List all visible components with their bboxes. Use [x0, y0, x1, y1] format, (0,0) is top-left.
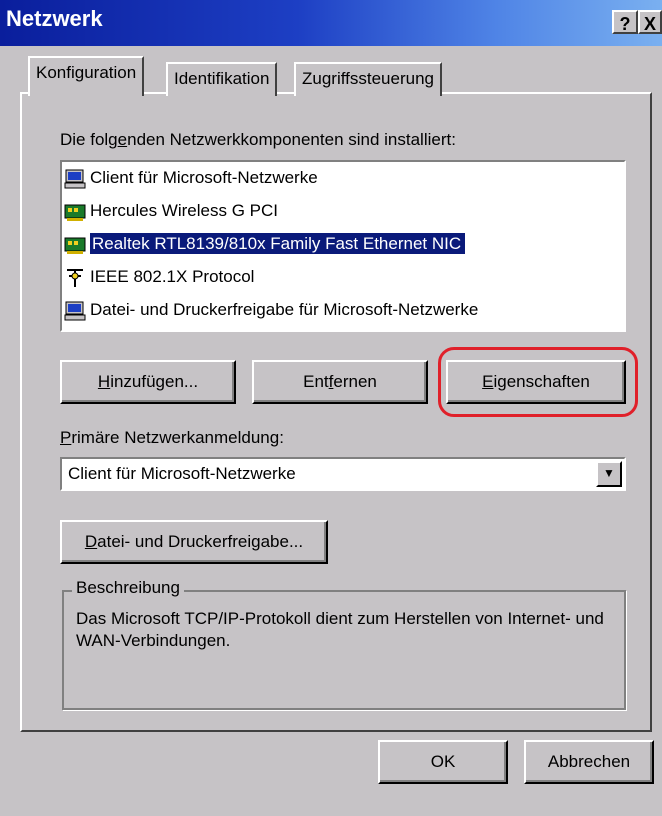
components-listbox[interactable]: Client für Microsoft-Netzwerke Hercules … [60, 160, 626, 332]
add-button-label: inzufügen... [110, 372, 199, 391]
add-button[interactable]: Hinzufügen... [60, 360, 236, 404]
tab-konfiguration[interactable]: Konfiguration [28, 56, 145, 96]
primary-logon-label: Primäre Netzwerkanmeldung: [60, 428, 284, 448]
list-item-label: IEEE 802.1X Protocol [90, 267, 255, 286]
primary-logon-select[interactable]: Client für Microsoft-Netzwerke ▼ [60, 457, 626, 491]
file-printer-sharing-button[interactable]: Datei- und Druckerfreigabe... [60, 520, 328, 564]
components-label-part: nden Netzwerkkomponenten sind installier… [127, 130, 456, 149]
chevron-down-icon: ▼ [603, 466, 615, 480]
remove-button-label: Ent [303, 372, 329, 391]
file-share-label: atei- und Druckerfreigabe... [97, 532, 304, 551]
list-item-ieee[interactable]: IEEE 802.1X Protocol [64, 263, 622, 291]
window-title: Netzwerk [6, 6, 103, 31]
list-item-label: Client für Microsoft-Netzwerke [90, 168, 318, 187]
list-item-file-share[interactable]: Datei- und Druckerfreigabe für Microsoft… [64, 296, 622, 324]
primary-logon-label-text: rimäre Netzwerkanmeldung: [71, 428, 284, 447]
list-item-client-ms[interactable]: Client für Microsoft-Netzwerke [64, 164, 622, 192]
network-card-icon [64, 204, 86, 221]
remove-button-label: ernen [333, 372, 377, 391]
protocol-icon [67, 268, 83, 287]
add-button-mnemonic: H [97, 372, 111, 391]
ok-button[interactable]: OK [378, 740, 508, 784]
file-share-mnemonic: D [84, 532, 98, 551]
remove-button[interactable]: Entfernen [252, 360, 428, 404]
close-button[interactable]: X [638, 10, 662, 34]
dropdown-button[interactable]: ▼ [596, 461, 622, 487]
list-item-hercules[interactable]: Hercules Wireless G PCI [64, 197, 622, 225]
list-item-label: Datei- und Druckerfreigabe für Microsoft… [90, 300, 479, 319]
description-legend: Beschreibung [72, 578, 184, 598]
list-item-label: Hercules Wireless G PCI [90, 201, 278, 220]
primary-logon-mnemonic: P [60, 428, 72, 447]
components-label-mnemonic: e [117, 130, 128, 149]
description-text: Das Microsoft TCP/IP-Protokoll dient zum… [76, 609, 604, 650]
help-button[interactable]: ? [612, 10, 638, 34]
list-item-realtek[interactable]: Realtek RTL8139/810x Family Fast Etherne… [64, 230, 622, 258]
highlight-annotation [438, 347, 638, 417]
computer-icon [64, 301, 86, 321]
computer-icon [64, 169, 86, 189]
cancel-button[interactable]: Abbrechen [524, 740, 654, 784]
title-bar[interactable]: Netzwerk ? X [0, 0, 662, 46]
components-label-part: Die folg [60, 130, 118, 149]
primary-logon-value: Client für Microsoft-Netzwerke [68, 464, 296, 483]
list-item-label: Realtek RTL8139/810x Family Fast Etherne… [90, 233, 466, 254]
components-label: Die folgenden Netzwerkkomponenten sind i… [60, 130, 456, 150]
network-card-icon [64, 237, 86, 254]
network-dialog: Netzwerk ? X Konfiguration Identifikatio… [0, 0, 662, 816]
tab-identifikation[interactable]: Identifikation [166, 62, 278, 96]
tab-zugriffssteuerung[interactable]: Zugriffssteuerung [294, 62, 442, 96]
